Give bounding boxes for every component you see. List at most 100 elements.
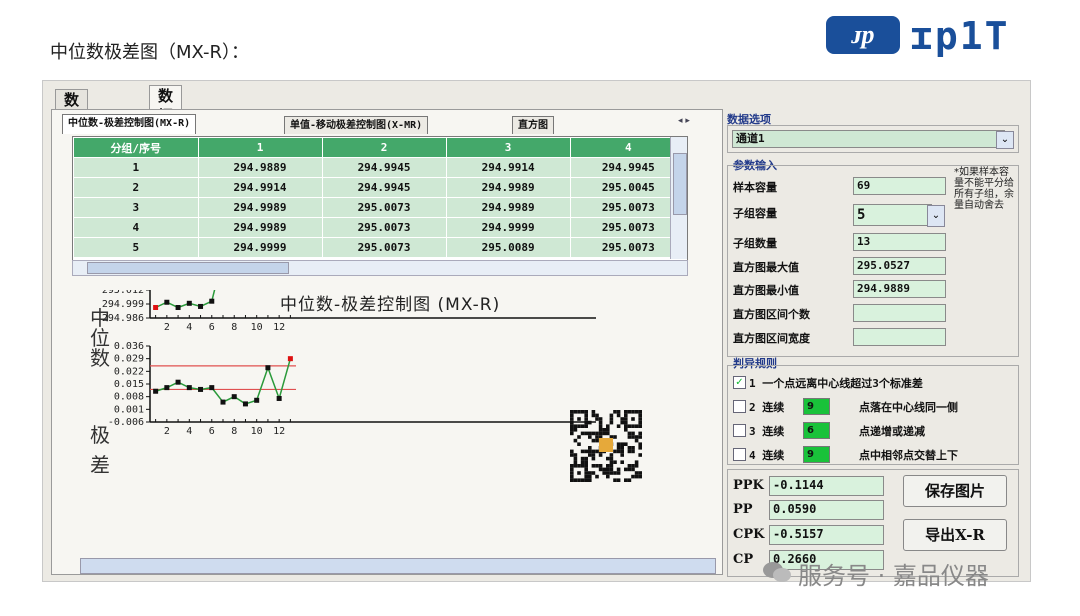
x-tick-label: 10 bbox=[251, 426, 263, 437]
data-point bbox=[287, 356, 293, 362]
data-point bbox=[209, 298, 215, 304]
data-point bbox=[153, 305, 159, 310]
data-point bbox=[242, 401, 248, 407]
rule-4-checkbox[interactable] bbox=[733, 448, 746, 461]
cp-label: CP bbox=[733, 552, 754, 567]
grid-cell[interactable]: 294.9989 bbox=[445, 197, 571, 218]
row-index-cell[interactable]: 3 bbox=[73, 197, 199, 218]
data-point bbox=[231, 394, 237, 400]
subtab-histogram[interactable]: 直方图 bbox=[512, 116, 554, 134]
data-series-line bbox=[155, 290, 216, 309]
table-row[interactable]: 1 294.9889 294.9945 294.9914 294.9945 bbox=[73, 157, 687, 178]
grid-cell[interactable]: 294.9989 bbox=[197, 197, 323, 218]
tab-data-browse[interactable]: 数据浏览 bbox=[55, 89, 89, 169]
subgroup-size-field[interactable]: 5 bbox=[853, 204, 932, 226]
x-tick-label: 12 bbox=[273, 426, 285, 437]
table-row[interactable]: 2 294.9914 294.9945 294.9989 295.0045 bbox=[73, 177, 687, 198]
grid-header-cell[interactable]: 分组/序号 bbox=[73, 137, 199, 158]
subgroup-count-field[interactable]: 13 bbox=[853, 233, 946, 251]
table-row[interactable]: 5 294.9999 295.0073 295.0089 295.0073 bbox=[73, 237, 687, 258]
y-tick-label: 295.012 bbox=[102, 290, 144, 296]
grid-cell[interactable]: 295.0089 bbox=[445, 237, 571, 258]
grid-header-cell[interactable]: 3 bbox=[445, 137, 571, 158]
row-index-cell[interactable]: 5 bbox=[73, 237, 199, 258]
grid-cell[interactable]: 294.9989 bbox=[445, 177, 571, 198]
y-tick-label: -0.006 bbox=[108, 417, 144, 428]
rule-4-value[interactable]: 9 bbox=[803, 446, 830, 463]
hist-min-field[interactable]: 294.9889 bbox=[853, 280, 946, 298]
grid-header-cell[interactable]: 2 bbox=[321, 137, 447, 158]
rule-3-value[interactable]: 6 bbox=[803, 422, 830, 439]
data-options-box: 通道1 ⌄ bbox=[727, 125, 1019, 153]
watermark-text: 服务号 · 嘉品仪器 bbox=[798, 562, 989, 590]
table-row[interactable]: 3 294.9989 295.0073 294.9989 295.0073 bbox=[73, 197, 687, 218]
rule-2-value[interactable]: 9 bbox=[803, 398, 830, 415]
x-tick-label: 6 bbox=[209, 426, 215, 437]
data-point bbox=[220, 399, 226, 405]
grid-vertical-scrollbar[interactable] bbox=[670, 137, 687, 259]
hist-min-label: 直方图最小值 bbox=[733, 284, 799, 297]
x-tick-label: 6 bbox=[209, 322, 215, 333]
data-point bbox=[175, 379, 181, 385]
grid-cell[interactable]: 295.0073 bbox=[321, 217, 447, 238]
grid-cell[interactable]: 294.9999 bbox=[197, 237, 323, 258]
channel-select[interactable]: 通道1 bbox=[732, 130, 1005, 148]
rule-1-checkbox[interactable]: ✓ bbox=[733, 376, 746, 389]
y-tick-label: 0.001 bbox=[114, 404, 144, 415]
save-image-button[interactable]: 保存图片 bbox=[903, 475, 1007, 507]
subtab-x-mr[interactable]: 单值-移动极差控制图(X-MR) bbox=[284, 116, 429, 134]
page-title: 中位数极差图（MX-R）： bbox=[50, 42, 249, 63]
app-window: 数据浏览 数据统计 中位数-极差控制图(MX-R) 单值-移动极差控制图(X-M… bbox=[42, 80, 1031, 582]
data-point bbox=[209, 385, 215, 391]
data-point bbox=[265, 365, 271, 371]
rule-3-text: 点递增或递减 bbox=[859, 425, 925, 438]
hist-bins-field[interactable] bbox=[853, 304, 946, 322]
data-point bbox=[186, 300, 192, 306]
row-index-cell[interactable]: 4 bbox=[73, 217, 199, 238]
grid-cell[interactable]: 295.0073 bbox=[321, 237, 447, 258]
subtab-mx-r[interactable]: 中位数-极差控制图(MX-R) bbox=[62, 114, 197, 134]
sample-size-field[interactable]: 69 bbox=[853, 177, 946, 195]
x-tick-label: 8 bbox=[231, 322, 237, 333]
grid-cell[interactable]: 295.0073 bbox=[321, 197, 447, 218]
data-point bbox=[153, 388, 159, 394]
rule-2-checkbox[interactable] bbox=[733, 400, 746, 413]
chevron-down-icon[interactable]: ⌄ bbox=[927, 205, 945, 227]
grid-cell[interactable]: 294.9889 bbox=[197, 157, 323, 178]
logo-badge: ᴊp bbox=[826, 16, 900, 54]
x-tick-label: 4 bbox=[186, 426, 192, 437]
chevron-down-icon[interactable]: ⌄ bbox=[996, 131, 1014, 149]
row-index-cell[interactable]: 2 bbox=[73, 177, 199, 198]
cpk-value: -0.5157 bbox=[769, 525, 884, 545]
tab-data-statistics[interactable]: 数据统计 bbox=[149, 85, 183, 165]
grid-cell[interactable]: 294.9999 bbox=[445, 217, 571, 238]
grid-cell[interactable]: 294.9914 bbox=[197, 177, 323, 198]
grid-header-cell[interactable]: 1 bbox=[197, 137, 323, 158]
y-tick-label: 294.999 bbox=[102, 299, 144, 310]
grid-cell[interactable]: 294.9945 bbox=[321, 157, 447, 178]
grid-cell[interactable]: 294.9989 bbox=[197, 217, 323, 238]
export-xr-button[interactable]: 导出X-R bbox=[903, 519, 1007, 551]
sample-note: *如果样本容量不能平分给所有子组，余量自动舍去 bbox=[954, 167, 1014, 211]
rule-4-prefix: 4 连续 bbox=[749, 449, 785, 462]
data-point bbox=[198, 386, 204, 392]
ppk-label: PPK bbox=[733, 478, 764, 493]
row-index-cell[interactable]: 1 bbox=[73, 157, 199, 178]
grid-cell[interactable]: 294.9914 bbox=[445, 157, 571, 178]
data-point bbox=[198, 303, 204, 309]
hist-max-field[interactable]: 295.0527 bbox=[853, 257, 946, 275]
x-tick-label: 4 bbox=[186, 322, 192, 333]
ppk-value: -0.1144 bbox=[769, 476, 884, 496]
sample-size-label: 样本容量 bbox=[733, 181, 777, 194]
chart-horizontal-scrollbar[interactable] bbox=[80, 558, 716, 574]
data-grid[interactable]: 分组/序号 1 2 3 4 1 294.9889 294.9945 294.9914 294.9… bbox=[72, 136, 688, 262]
hist-width-field[interactable] bbox=[853, 328, 946, 346]
y-tick-label: 294.986 bbox=[102, 313, 144, 324]
grid-horizontal-scrollbar[interactable] bbox=[72, 260, 688, 276]
tab-scroll-arrows[interactable]: ◂ ▸ bbox=[678, 116, 718, 128]
grid-cell[interactable]: 294.9945 bbox=[321, 177, 447, 198]
subgroup-count-label: 子组数量 bbox=[733, 237, 777, 250]
table-row[interactable]: 4 294.9989 295.0073 294.9999 295.0073 bbox=[73, 217, 687, 238]
rule-3-checkbox[interactable] bbox=[733, 424, 746, 437]
qr-code bbox=[570, 408, 642, 486]
